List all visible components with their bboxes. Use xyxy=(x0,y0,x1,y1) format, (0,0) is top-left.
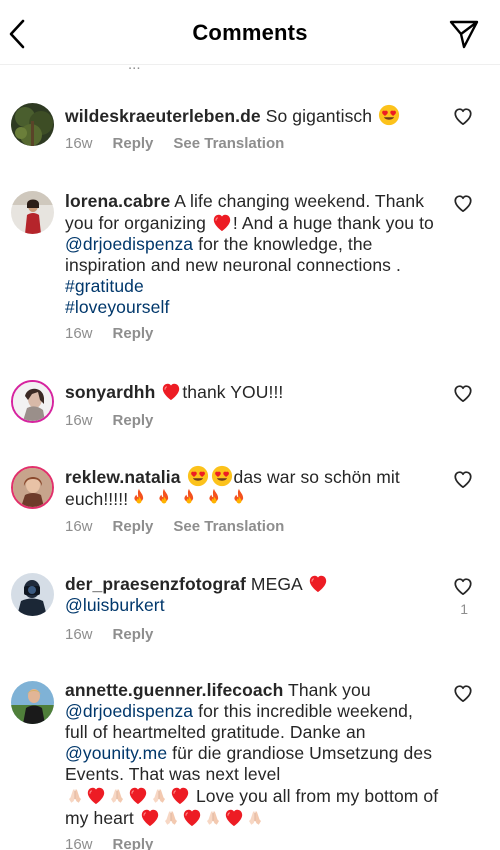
see-translation-button[interactable]: See Translation xyxy=(173,135,284,152)
comment-username[interactable]: der_praesenzfotograf xyxy=(65,574,246,594)
avatar[interactable] xyxy=(11,103,54,146)
heart-eyes-emoji-icon xyxy=(187,465,209,487)
comment-username[interactable]: sonyardhh xyxy=(65,382,155,402)
praying-hands-emoji-icon xyxy=(246,809,264,827)
comment-username[interactable]: wildeskraeuterleben.de xyxy=(65,106,261,126)
comment-text: annette.guenner.lifecoach Thank you @drj… xyxy=(65,680,440,829)
comment-body: ! And a huge thank you to xyxy=(232,213,434,233)
red-heart-emoji-icon xyxy=(181,807,203,827)
comment-time: 16w xyxy=(65,518,93,535)
fire-emoji-icon xyxy=(129,488,149,508)
heart-outline-icon[interactable] xyxy=(452,683,474,703)
praying-hands-emoji-icon xyxy=(108,787,126,805)
hashtag-link[interactable]: #loveyourself xyxy=(65,297,169,317)
heart-outline-icon[interactable] xyxy=(452,383,474,403)
red-heart-emoji-icon xyxy=(160,381,182,401)
comment-meta: 16w Reply See Translation xyxy=(65,135,304,152)
heart-eyes-emoji-icon xyxy=(211,465,233,487)
mention-link[interactable]: @younity.me xyxy=(65,743,167,763)
avatar[interactable] xyxy=(11,681,54,724)
reply-button[interactable]: Reply xyxy=(113,518,154,535)
comment-body: MEGA xyxy=(245,574,307,594)
reply-button[interactable]: Reply xyxy=(113,412,154,429)
mention-link[interactable]: @drjoedispenza xyxy=(65,701,193,721)
praying-hands-emoji-icon xyxy=(162,809,180,827)
reply-button[interactable]: Reply xyxy=(113,836,154,850)
red-heart-emoji-icon xyxy=(169,785,191,805)
red-heart-emoji-icon xyxy=(223,807,245,827)
avatar[interactable] xyxy=(11,191,54,234)
praying-hands-emoji-icon xyxy=(150,787,168,805)
comment-time: 16w xyxy=(65,135,93,152)
reply-button[interactable]: Reply xyxy=(113,626,154,643)
comment-meta: 16w Reply xyxy=(65,836,173,850)
hashtag-link[interactable]: #gratitude xyxy=(65,276,144,296)
reply-button[interactable]: Reply xyxy=(113,325,154,342)
red-heart-emoji-icon xyxy=(307,573,329,593)
comment-body: So gigantisch xyxy=(260,106,378,126)
fire-emoji-icon xyxy=(229,488,249,508)
comment-text: wildeskraeuterleben.de So gigantisch xyxy=(65,104,440,127)
avatar[interactable] xyxy=(11,380,54,423)
page-title: Comments xyxy=(192,20,308,45)
comment-username[interactable]: reklew.natalia xyxy=(65,467,181,487)
comment-text: sonyardhh thank YOU!!! xyxy=(65,381,440,403)
send-icon[interactable] xyxy=(448,18,480,50)
comment-time: 16w xyxy=(65,412,93,429)
mention-link[interactable]: @drjoedispenza xyxy=(65,234,193,254)
comment-time: 16w xyxy=(65,836,93,850)
see-translation-button[interactable]: See Translation xyxy=(173,518,284,535)
comment-meta: 16w Reply xyxy=(65,626,173,643)
comment-time: 16w xyxy=(65,325,93,342)
mention-link[interactable]: @luisburkert xyxy=(65,595,165,615)
praying-hands-emoji-icon xyxy=(204,809,222,827)
comment-meta: 16w Reply See Translation xyxy=(65,518,304,535)
heart-outline-icon[interactable] xyxy=(452,576,474,596)
heart-outline-icon[interactable] xyxy=(452,193,474,213)
comments-screen: Comments ... wildeskraeuterleben.de So g… xyxy=(0,0,500,850)
red-heart-emoji-icon xyxy=(127,785,149,805)
praying-hands-emoji-icon xyxy=(66,787,84,805)
like-count: 1 xyxy=(460,601,468,617)
header-bar: Comments xyxy=(0,0,500,65)
comment-meta: 16w Reply xyxy=(65,412,173,429)
avatar[interactable] xyxy=(11,466,54,509)
red-heart-emoji-icon xyxy=(139,807,161,827)
reply-button[interactable]: Reply xyxy=(113,135,154,152)
comment-body: thank YOU!!! xyxy=(182,382,284,402)
fire-emoji-icon xyxy=(154,488,174,508)
red-heart-emoji-icon xyxy=(85,785,107,805)
fire-emoji-icon xyxy=(179,488,199,508)
comment-text: lorena.cabre A life changing weekend. Th… xyxy=(65,191,440,318)
comment-username[interactable]: annette.guenner.lifecoach xyxy=(65,680,283,700)
comment-meta: 16w Reply xyxy=(65,325,173,342)
comment-body: Thank you xyxy=(283,680,371,700)
heart-outline-icon[interactable] xyxy=(452,469,474,489)
red-heart-emoji-icon xyxy=(211,212,233,232)
comment-text: reklew.natalia das war so schön mit euch… xyxy=(65,465,440,510)
heart-outline-icon[interactable] xyxy=(452,106,474,126)
comment-username[interactable]: lorena.cabre xyxy=(65,191,170,211)
avatar[interactable] xyxy=(11,573,54,616)
comment-time: 16w xyxy=(65,626,93,643)
fire-emoji-icon xyxy=(204,488,224,508)
comment-text: der_praesenzfotograf MEGA @luisburkert xyxy=(65,573,440,616)
heart-eyes-emoji-icon xyxy=(378,104,400,126)
